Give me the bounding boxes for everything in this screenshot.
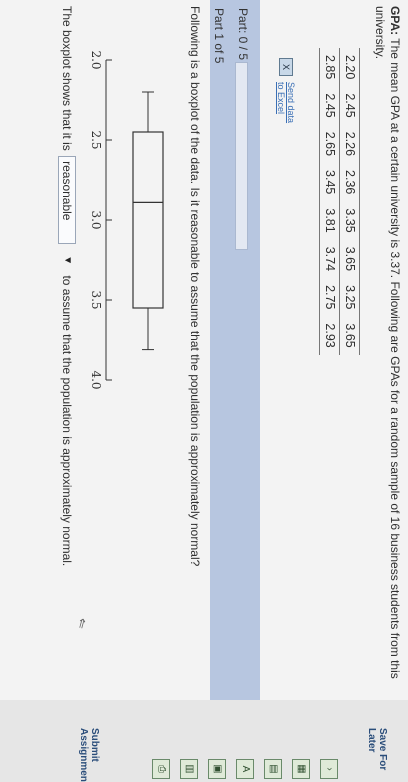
gpa-table: 2.20 2.45 2.26 2.36 3.35 3.65 3.25 3.65 … [319,48,360,355]
table-cell: 2.20 [339,48,360,87]
reasonable-select[interactable]: reasonable ▼ [58,156,76,265]
part-header: Part: 0 / 5 Part 1 of 5 [210,0,260,700]
send-to-excel-link[interactable]: Send data to Excel [276,82,296,123]
question-label: GPA: [388,6,402,36]
table-cell: 3.35 [339,201,360,240]
table-cell: 2.93 [319,316,340,355]
dropdown-arrow-icon[interactable]: ▼ [59,255,75,265]
part-title: Part 1 of 5 [212,8,226,64]
x-tick-label: 2.5 [89,130,103,149]
footer-bar: Save For Later Submit Assignment › ▦ ▤ A ▣ ▥ ⎙ [0,700,408,782]
table-cell: 3.65 [339,316,360,355]
table-cell: 2.45 [319,86,340,125]
table-cell: 2.45 [339,86,360,125]
table-row: 2.20 2.45 2.26 2.36 3.35 3.65 3.25 3.65 [339,48,360,355]
part-progress-bar [235,62,248,250]
question-text: GPA: The mean GPA at a certain universit… [372,6,402,694]
iqr-box [132,131,164,309]
calculator-icon[interactable]: ▣ [208,759,226,779]
answer-after: to assume that the population is approxi… [60,275,74,567]
print-icon[interactable]: ⎙ [152,759,170,779]
boxplot-chart: 2.0 2.5 3.0 3.5 4.0 [89,50,164,390]
send-to-excel[interactable]: X Send data to Excel [276,58,296,123]
x-tick-label: 3.0 [89,210,103,229]
excel-icon[interactable]: X [279,58,293,76]
select-value: reasonable [60,161,74,221]
spell-icon[interactable]: A [236,759,254,779]
x-tick-label: 4.0 [89,370,103,389]
table-cell: 3.45 [319,163,340,202]
excel-link-line2: to Excel [276,82,286,115]
table-cell: 2.26 [339,124,360,164]
grid-icon[interactable]: ▦ [292,759,310,779]
x-tick-label: 2.0 [89,50,103,69]
part-prompt: Following is a boxplot of the data. Is i… [188,6,202,567]
excel-link-line1: Send data [286,82,296,124]
x-tick-label: 3.5 [89,290,103,309]
table-icon[interactable]: ▤ [264,759,282,779]
answer-sentence: The boxplot shows that it is reasonable … [58,6,76,666]
question-body: The mean GPA at a certain university is … [373,6,402,679]
table-row: 2.85 2.45 2.65 3.45 3.81 3.74 2.75 2.93 [319,48,340,355]
table-cell: 2.85 [319,48,340,87]
table-cell: 3.65 [339,239,360,279]
table-cell: 3.25 [339,278,360,317]
question-panel: GPA: The mean GPA at a certain universit… [0,0,408,700]
answer-before: The boxplot shows that it is [60,6,74,151]
chevron-icon[interactable]: › [320,759,338,779]
table-cell: 2.75 [319,278,340,317]
side-toolbar: › ▦ ▤ A ▣ ▥ ⎙ [0,756,408,782]
table-cell: 2.36 [339,163,360,202]
table-cell: 3.81 [319,201,340,240]
table-cell: 3.74 [319,239,340,279]
part-progress-label: Part: 0 / 5 [236,8,250,61]
table-cell: 2.65 [319,124,340,164]
chart-icon[interactable]: ▥ [180,759,198,779]
